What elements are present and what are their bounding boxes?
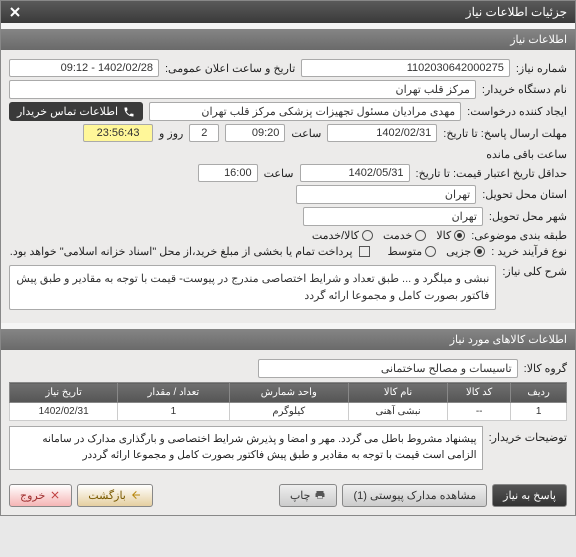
col-row: ردیف — [511, 383, 567, 403]
print-button[interactable]: چاپ — [279, 484, 338, 507]
cell-code: -- — [448, 403, 511, 421]
city-label: شهر محل تحویل: — [489, 210, 567, 223]
items-body: گروه کالا: تاسیسات و مصالح ساختمانی ردیف… — [1, 350, 575, 476]
cell-qty: 1 — [118, 403, 229, 421]
radio-icon — [415, 230, 426, 241]
title-bar: جزئیات اطلاعات نیاز — [1, 1, 575, 23]
exit-label: خروج — [20, 489, 45, 502]
state-value: تهران — [296, 185, 476, 204]
buyer-device-label: نام دستگاه خریدار: — [482, 83, 567, 96]
contact-buyer-label: اطلاعات تماس خریدار — [17, 105, 118, 118]
need-desc-label: شرح کلی نیاز: — [502, 261, 567, 278]
requester-label: ایجاد کننده درخواست: — [467, 105, 567, 118]
cell-row: 1 — [511, 403, 567, 421]
hour-label-2: ساعت — [264, 167, 294, 180]
send-deadline-time: 09:20 — [225, 124, 285, 142]
radio-icon — [425, 246, 436, 257]
radio-goods-label: کالا — [436, 229, 451, 242]
radio-partial-label: جزیی — [446, 245, 471, 258]
radio-goods-service-label: کالا/خدمت — [312, 229, 359, 242]
radio-medium[interactable]: متوسط — [388, 245, 437, 258]
radio-icon — [454, 230, 465, 241]
col-qty: تعداد / مقدار — [118, 383, 229, 403]
pub-date-label: تاریخ و ساعت اعلان عمومی: — [165, 62, 295, 75]
attachments-label: مشاهده مدارک پیوستی (1) — [353, 489, 476, 502]
exit-button[interactable]: خروج — [9, 484, 72, 507]
radio-medium-label: متوسط — [388, 245, 423, 258]
table-row[interactable]: 1 -- نبشی آهنی کیلوگرم 1 1402/02/31 — [10, 403, 567, 421]
col-code: کد کالا — [448, 383, 511, 403]
checkbox-payment[interactable] — [359, 246, 370, 257]
back-button[interactable]: بازگشت — [77, 484, 153, 507]
printer-icon — [314, 489, 326, 501]
subject-class-label: طبقه بندی موضوعی: — [471, 229, 567, 242]
need-no-value: 1102030642000275 — [301, 59, 509, 77]
window: جزئیات اطلاعات نیاز اطلاعات نیاز شماره ن… — [0, 0, 576, 516]
radio-icon — [474, 246, 485, 257]
subject-class-group: کالا خدمت کالا/خدمت — [312, 229, 465, 242]
phone-icon — [123, 106, 135, 118]
close-icon[interactable] — [9, 6, 21, 18]
hour-label-1: ساعت — [291, 127, 321, 140]
cell-date: 1402/02/31 — [10, 403, 118, 421]
days-label: روز و — [159, 127, 183, 140]
cell-unit: کیلوگرم — [229, 403, 349, 421]
cell-name: نبشی آهنی — [349, 403, 448, 421]
attachments-button[interactable]: مشاهده مدارک پیوستی (1) — [342, 484, 487, 507]
reply-label: پاسخ به نیاز — [503, 489, 556, 502]
buyer-notes-value: پیشنهاد مشروط باطل می گردد. مهر و امضا و… — [9, 426, 483, 470]
buyer-notes-label: توضیحات خریدار: — [489, 426, 567, 470]
need-desc-value: نبشی و میلگرد و ... طبق تعداد و شرایط اخ… — [9, 265, 496, 310]
send-deadline-date: 1402/02/31 — [327, 124, 437, 142]
time-remain: 23:56:43 — [83, 124, 153, 142]
radio-goods[interactable]: کالا — [436, 229, 465, 242]
checkbox-icon — [359, 246, 370, 257]
window-title: جزئیات اطلاعات نیاز — [466, 5, 567, 19]
need-info-body: شماره نیاز: 1102030642000275 تاریخ و ساع… — [1, 50, 575, 323]
pub-date-value: 1402/02/28 - 09:12 — [9, 59, 159, 77]
buy-process-label: نوع فرآیند خرید : — [491, 245, 567, 258]
radio-service[interactable]: خدمت — [383, 229, 426, 242]
panel-need-info: اطلاعات نیاز — [1, 29, 575, 50]
requester-value: مهدی مرادیان مسئول تجهیزات پزشکی مرکز قل… — [149, 102, 461, 121]
contact-buyer-button[interactable]: اطلاعات تماس خریدار — [9, 102, 143, 121]
goods-group-label: گروه کالا: — [524, 362, 567, 375]
payment-note: پرداخت تمام یا بخشی از مبلغ خرید،از محل … — [9, 245, 353, 258]
buyer-device-value: مرکز قلب تهران — [9, 80, 476, 99]
col-date: تاریخ نیاز — [10, 383, 118, 403]
table-header-row: ردیف کد کالا نام کالا واحد شمارش تعداد /… — [10, 383, 567, 403]
buy-process-group: جزیی متوسط — [388, 245, 486, 258]
footer-bar: پاسخ به نیاز مشاهده مدارک پیوستی (1) چاپ… — [1, 476, 575, 515]
reply-button[interactable]: پاسخ به نیاز — [492, 484, 567, 507]
goods-group-value: تاسیسات و مصالح ساختمانی — [258, 359, 518, 378]
col-unit: واحد شمارش — [229, 383, 349, 403]
valid-deadline-label: حداقل تاریخ اعتبار قیمت: تا تاریخ: — [416, 167, 567, 180]
back-arrow-icon — [130, 489, 142, 501]
print-label: چاپ — [290, 489, 311, 502]
col-name: نام کالا — [349, 383, 448, 403]
radio-goods-service[interactable]: کالا/خدمت — [312, 229, 373, 242]
back-label: بازگشت — [88, 489, 126, 502]
state-label: استان محل تحویل: — [482, 188, 567, 201]
valid-deadline-date: 1402/05/31 — [300, 164, 410, 182]
need-no-label: شماره نیاز: — [516, 62, 567, 75]
send-deadline-label: مهلت ارسال پاسخ: تا تاریخ: — [443, 127, 567, 140]
panel-items-info: اطلاعات کالاهای مورد نیاز — [1, 329, 575, 350]
city-value: تهران — [303, 207, 483, 226]
remain-suffix: ساعت باقی مانده — [486, 148, 567, 161]
items-table: ردیف کد کالا نام کالا واحد شمارش تعداد /… — [9, 382, 567, 421]
days-remain: 2 — [189, 124, 219, 142]
radio-icon — [362, 230, 373, 241]
radio-partial[interactable]: جزیی — [446, 245, 485, 258]
radio-service-label: خدمت — [383, 229, 412, 242]
valid-deadline-time: 16:00 — [198, 164, 258, 182]
exit-icon — [49, 489, 61, 501]
